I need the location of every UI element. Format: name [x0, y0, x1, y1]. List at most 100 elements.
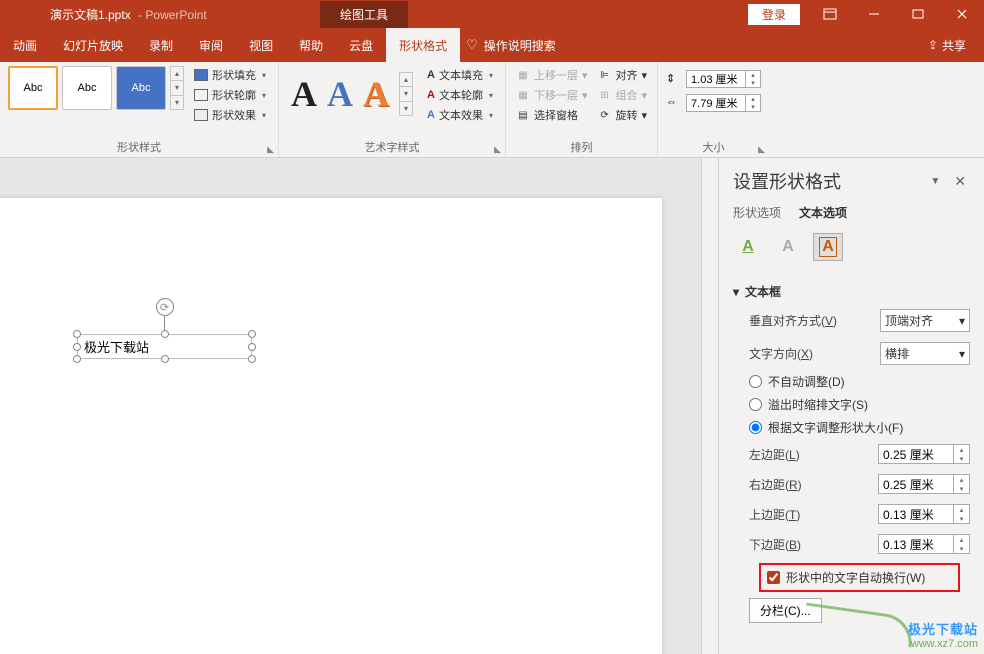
shape-fill-button[interactable]: 形状填充▾: [190, 66, 270, 84]
format-shape-pane: 设置形状格式 ▼ ✕ 形状选项 文本选项 A A A ▾文本框 垂直对齐方式(V…: [718, 158, 984, 654]
autofit-none-radio[interactable]: 不自动调整(D): [733, 370, 970, 393]
rotate-button[interactable]: ⟳旋转▾: [596, 106, 650, 124]
share-label: 共享: [942, 37, 966, 54]
margin-left-label: 左边距(L): [749, 446, 870, 463]
group-button[interactable]: ⊞组合▾: [596, 86, 650, 104]
autofit-resize-radio[interactable]: 根据文字调整形状大小(F): [733, 416, 970, 439]
tab-animation[interactable]: 动画: [0, 28, 50, 62]
close-button[interactable]: [940, 0, 984, 28]
text-outline-button[interactable]: A文本轮廓▾: [423, 86, 497, 104]
margin-bottom-input[interactable]: ▴▾: [878, 534, 970, 554]
slide-canvas[interactable]: ⟳ 极光下载站: [0, 158, 701, 654]
dialog-launcher[interactable]: ◣: [494, 144, 501, 155]
tab-text-options[interactable]: 文本选项: [799, 204, 847, 221]
outline-icon: [194, 89, 208, 101]
wordart-gallery[interactable]: A A A ▴▾▾: [287, 66, 417, 122]
align-icon: ⊫: [598, 69, 612, 82]
workspace: ⟳ 极光下载站 设置形状格式 ▼ ✕: [0, 158, 984, 654]
group-label: 排列: [514, 137, 649, 157]
text-effects-tab[interactable]: A: [773, 233, 803, 261]
textbox-tab[interactable]: A: [813, 233, 843, 261]
tab-review[interactable]: 审阅: [186, 28, 236, 62]
share-icon: ⇪: [928, 38, 938, 52]
align-button[interactable]: ⊫对齐▾: [596, 66, 650, 84]
wrap-text-checkbox[interactable]: [767, 571, 780, 584]
tab-help[interactable]: 帮助: [286, 28, 336, 62]
margin-top-input[interactable]: ▴▾: [878, 504, 970, 524]
tab-view[interactable]: 视图: [236, 28, 286, 62]
wordart-thumb[interactable]: A: [291, 73, 317, 115]
watermark-title: 极光下载站: [908, 619, 978, 638]
pane-close-button[interactable]: ✕: [950, 173, 970, 190]
dialog-launcher[interactable]: ◣: [758, 144, 765, 155]
ribbon-tabs: 动画 幻灯片放映 录制 审阅 视图 帮助 云盘 形状格式 ♡ 操作说明搜索 ⇪ …: [0, 28, 984, 62]
shape-outline-button[interactable]: 形状轮廓▾: [190, 86, 270, 104]
margin-top-label: 上边距(T): [749, 506, 870, 523]
tab-shape-format[interactable]: 形状格式: [386, 28, 460, 62]
tab-record[interactable]: 录制: [136, 28, 186, 62]
resize-handle[interactable]: [73, 355, 81, 363]
resize-handle[interactable]: [248, 330, 256, 338]
gallery-more-button[interactable]: ▴▾▾: [399, 72, 413, 116]
slide[interactable]: ⟳ 极光下载站: [0, 198, 662, 654]
text-outline-icon: A: [427, 89, 435, 101]
rotation-handle[interactable]: ⟳: [156, 298, 174, 316]
pane-options-button[interactable]: ▼: [920, 176, 950, 187]
margin-right-input[interactable]: ▴▾: [878, 474, 970, 494]
text-effects-icon: A: [427, 109, 435, 121]
gallery-more-button[interactable]: ▴▾▾: [170, 66, 184, 110]
valign-label: 垂直对齐方式(V): [749, 312, 872, 329]
wordart-thumb[interactable]: A: [327, 73, 353, 115]
textdir-select[interactable]: 横排▾: [880, 342, 970, 365]
wordart-thumb[interactable]: A: [363, 73, 389, 115]
resize-handle[interactable]: [73, 330, 81, 338]
bring-forward-icon: ▦: [516, 69, 530, 82]
tab-slideshow[interactable]: 幻灯片放映: [50, 28, 136, 62]
resize-handle[interactable]: [248, 343, 256, 351]
text-fill-button[interactable]: A文本填充▾: [423, 66, 497, 84]
width-input[interactable]: ▴▾: [686, 94, 761, 112]
dialog-launcher[interactable]: ◣: [267, 144, 274, 155]
tab-cloud[interactable]: 云盘: [336, 28, 386, 62]
share-button[interactable]: ⇪ 共享: [910, 28, 984, 62]
section-textbox-header[interactable]: ▾文本框: [733, 279, 970, 304]
maximize-button[interactable]: [896, 0, 940, 28]
wrap-text-label: 形状中的文字自动换行(W): [786, 569, 925, 586]
send-backward-button[interactable]: ▦下移一层▾: [514, 86, 590, 104]
tab-shape-options[interactable]: 形状选项: [733, 204, 781, 221]
text-effects-button[interactable]: A文本效果▾: [423, 106, 497, 124]
shape-style-thumb[interactable]: Abc: [62, 66, 112, 110]
selection-pane-button[interactable]: ▤选择窗格: [514, 106, 590, 124]
resize-handle[interactable]: [161, 355, 169, 363]
group-label: 艺术字样式◣: [287, 137, 497, 157]
group-arrange: ▦上移一层▾ ▦下移一层▾ ▤选择窗格 ⊫对齐▾ ⊞组合▾ ⟳旋转▾ 排列: [506, 62, 658, 157]
file-name: 演示文稿1.pptx: [50, 8, 131, 22]
shape-style-thumb[interactable]: Abc: [8, 66, 58, 110]
shape-textbox[interactable]: 极光下载站: [77, 334, 252, 359]
valign-select[interactable]: 顶端对齐▾: [880, 309, 970, 332]
app-name: - PowerPoint: [138, 8, 207, 22]
titlebar: 演示文稿1.pptx - PowerPoint 绘图工具 登录: [0, 0, 984, 28]
resize-handle[interactable]: [248, 355, 256, 363]
shape-effects-button[interactable]: 形状效果▾: [190, 106, 270, 124]
resize-handle[interactable]: [161, 330, 169, 338]
autofit-shrink-radio[interactable]: 溢出时缩排文字(S): [733, 393, 970, 416]
pane-tabs: 形状选项 文本选项: [719, 200, 984, 229]
minimize-button[interactable]: [852, 0, 896, 28]
group-label: 形状样式◣: [8, 137, 270, 157]
ribbon: Abc Abc Abc ▴▾▾ 形状填充▾ 形状轮廓▾ 形状效果▾ 形状样式◣ …: [0, 62, 984, 158]
textdir-label: 文字方向(X): [749, 345, 872, 362]
text-fill-outline-tab[interactable]: A: [733, 233, 763, 261]
margin-left-input[interactable]: ▴▾: [878, 444, 970, 464]
shape-style-thumb[interactable]: Abc: [116, 66, 166, 110]
height-input[interactable]: ▴▾: [686, 70, 761, 88]
tell-me-search[interactable]: ♡ 操作说明搜索: [466, 28, 556, 62]
bring-forward-button[interactable]: ▦上移一层▾: [514, 66, 590, 84]
ribbon-display-options-button[interactable]: [808, 0, 852, 28]
selected-shape[interactable]: ⟳ 极光下载站: [77, 298, 252, 359]
login-button[interactable]: 登录: [748, 4, 800, 25]
resize-handle[interactable]: [73, 343, 81, 351]
vertical-scrollbar[interactable]: [701, 158, 718, 654]
effects-icon: [194, 109, 208, 121]
shape-style-gallery[interactable]: Abc Abc Abc ▴▾▾: [8, 66, 184, 110]
